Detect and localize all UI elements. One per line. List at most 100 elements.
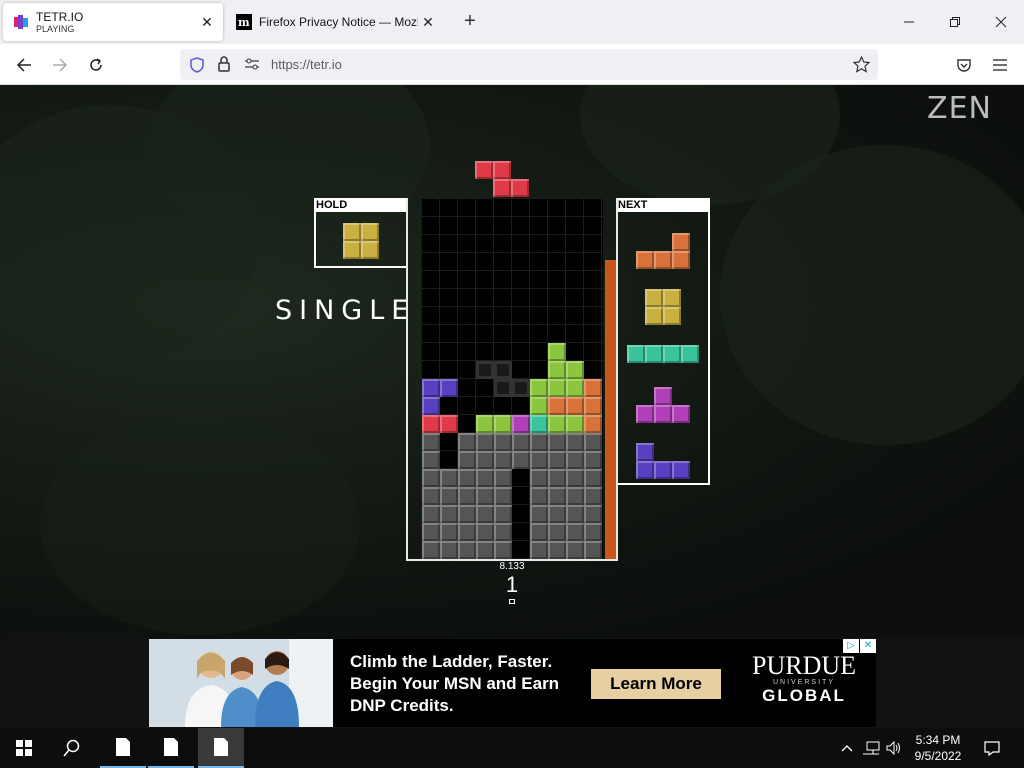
mino [566, 451, 584, 469]
line-clear-text: SINGLE [275, 295, 416, 326]
windows-taskbar: 5:34 PM 9/5/2022 [0, 728, 1024, 768]
mino [548, 433, 566, 451]
mino [475, 161, 493, 179]
ad-photo [149, 639, 333, 727]
permissions-icon[interactable] [244, 57, 260, 71]
mino [458, 523, 476, 541]
tab-privacy-notice[interactable]: m Firefox Privacy Notice — Mozilla ✕ [226, 3, 444, 41]
mino [548, 451, 566, 469]
search-icon[interactable] [48, 728, 96, 768]
mino [548, 415, 566, 433]
mino [584, 451, 602, 469]
mino [654, 251, 672, 269]
system-clock[interactable]: 5:34 PM 9/5/2022 [904, 732, 972, 764]
taskbar-app-document-icon[interactable] [198, 728, 244, 768]
mino [458, 505, 476, 523]
mino [494, 451, 512, 469]
tab-title: TETR.IO [36, 9, 84, 24]
advertisement[interactable]: Climb the Ladder, Faster. Begin Your MSN… [149, 639, 876, 727]
mino [494, 487, 512, 505]
mino [636, 461, 654, 479]
notifications-icon[interactable] [980, 728, 1004, 768]
minimize-icon[interactable] [886, 0, 932, 44]
restore-icon[interactable] [932, 0, 978, 44]
reload-icon[interactable] [81, 50, 111, 80]
new-tab-icon[interactable]: + [458, 10, 482, 34]
close-tab-icon[interactable]: ✕ [197, 12, 217, 32]
mino [476, 505, 494, 523]
mino [361, 241, 379, 259]
ad-bar: Climb the Ladder, Faster. Begin Your MSN… [0, 638, 1024, 730]
tab-tetrio[interactable]: TETR.IO PLAYING ✕ [3, 3, 223, 41]
ad-close-icon[interactable]: ✕ [860, 639, 876, 653]
mino [512, 379, 530, 397]
mino [645, 307, 663, 325]
hold-label: HOLD [314, 198, 408, 212]
mino [494, 433, 512, 451]
brand-global: GLOBAL [762, 686, 846, 705]
back-arrow-icon[interactable] [9, 50, 39, 80]
brand-subtitle: UNIVERSITY [772, 679, 835, 686]
mino [512, 433, 530, 451]
address-bar[interactable]: https://tetr.io [180, 49, 878, 80]
show-hidden-icons-chevron-icon[interactable] [838, 728, 856, 768]
tab-title: Firefox Privacy Notice — Mozilla [259, 15, 418, 29]
ad-headline[interactable]: Climb the Ladder, Faster. Begin Your MSN… [350, 651, 580, 717]
mino [458, 433, 476, 451]
mino [636, 251, 654, 269]
mino [672, 233, 690, 251]
mino [343, 241, 361, 259]
mino [672, 405, 690, 423]
taskbar-app-document-icon[interactable] [100, 728, 146, 768]
mino [476, 487, 494, 505]
ad-brand-logo[interactable]: PURDUE UNIVERSITY GLOBAL [745, 653, 863, 706]
forward-arrow-icon[interactable] [45, 50, 75, 80]
mino [476, 523, 494, 541]
mino [476, 451, 494, 469]
mino [476, 433, 494, 451]
mino [494, 379, 512, 397]
mino [548, 397, 566, 415]
mino [422, 379, 440, 397]
menu-hamburger-icon[interactable] [985, 50, 1015, 80]
tracking-shield-icon[interactable] [189, 57, 205, 73]
learn-more-button[interactable]: Learn More [591, 669, 721, 699]
pocket-icon[interactable] [949, 50, 979, 80]
mino [566, 541, 584, 559]
mino [530, 505, 548, 523]
mino [494, 415, 512, 433]
game-board [421, 198, 603, 559]
mino [530, 487, 548, 505]
mino [548, 541, 566, 559]
mino [530, 379, 548, 397]
mino [476, 469, 494, 487]
mino [458, 541, 476, 559]
mino [530, 469, 548, 487]
lock-icon[interactable] [217, 56, 231, 72]
mino [422, 433, 440, 451]
windows-start-icon[interactable] [0, 728, 48, 768]
mino [422, 451, 440, 469]
next-queue [618, 213, 708, 483]
taskbar-app-document-icon[interactable] [148, 728, 194, 768]
brand-name: PURDUE [751, 651, 856, 680]
close-tab-icon[interactable]: ✕ [418, 12, 438, 32]
mino [548, 469, 566, 487]
bookmark-star-icon[interactable] [853, 56, 870, 73]
mino [645, 345, 663, 363]
mino [493, 161, 511, 179]
clock-time: 5:34 PM [915, 733, 961, 747]
close-window-icon[interactable] [978, 0, 1024, 44]
network-icon[interactable] [860, 728, 882, 768]
mino [440, 541, 458, 559]
mino [530, 541, 548, 559]
adchoices-icon[interactable]: ▷ [843, 639, 859, 653]
game-viewport[interactable]: ZEN HOLD NEXT SINGLE 8.133 1 [0, 85, 1024, 638]
mino [654, 461, 672, 479]
mino [440, 505, 458, 523]
mino [548, 379, 566, 397]
mino [422, 397, 440, 415]
volume-icon[interactable] [884, 728, 904, 768]
mino [530, 415, 548, 433]
mino [566, 379, 584, 397]
